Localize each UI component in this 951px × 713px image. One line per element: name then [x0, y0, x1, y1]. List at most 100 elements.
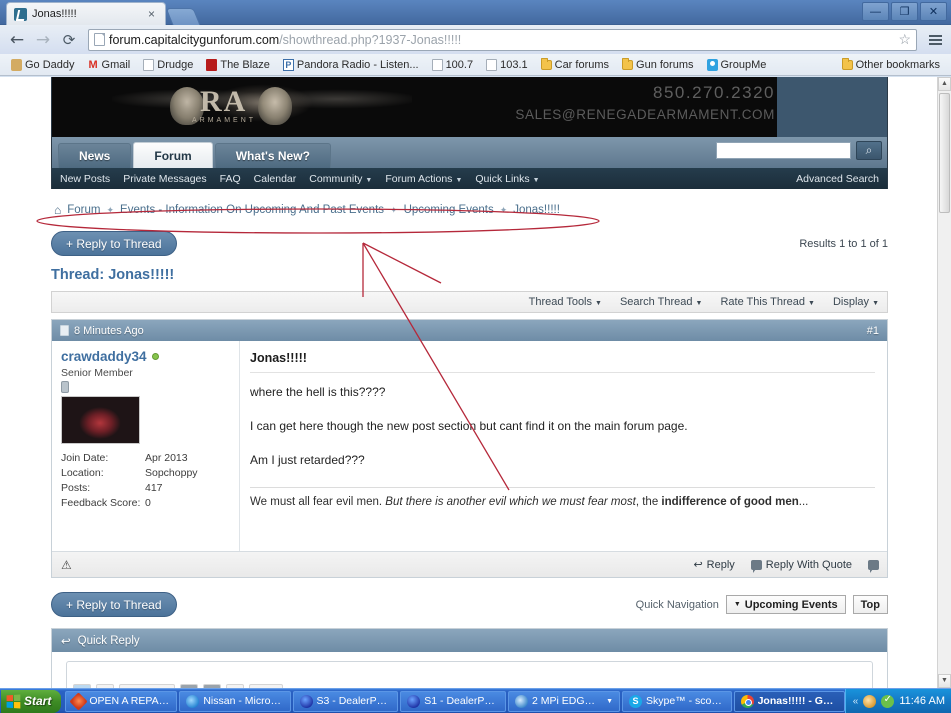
search-icon[interactable]: ⌕: [856, 141, 882, 160]
breadcrumb-separator-icon: ✦: [390, 204, 398, 215]
bookmark-car-forums[interactable]: Car forums: [536, 57, 614, 73]
breadcrumb-item-upcoming-events[interactable]: Upcoming Events: [404, 204, 494, 216]
bookmark-drudge[interactable]: Drudge: [138, 57, 198, 73]
taskbar-item-open-a-repair[interactable]: OPEN A REPAIR...: [65, 690, 178, 712]
search-input[interactable]: [716, 142, 851, 159]
tab-forum[interactable]: Forum: [133, 142, 213, 168]
post-number[interactable]: #1: [867, 325, 879, 337]
folder-icon: [841, 57, 853, 70]
bookmark-groupme[interactable]: GroupMe: [702, 57, 772, 73]
nav-new-posts[interactable]: New Posts: [60, 173, 110, 185]
browser-tab[interactable]: Jonas!!!!! ×: [6, 2, 166, 25]
close-tab-icon[interactable]: ×: [146, 8, 157, 20]
thread-tools-bar: Thread Tools ▼ Search Thread ▼ Rate This T…: [51, 291, 888, 313]
multiquote-icon: [868, 559, 879, 573]
tab-whats-new[interactable]: What's New?: [214, 143, 331, 168]
bookmark-label: Go Daddy: [25, 58, 75, 71]
breadcrumb-item-forum[interactable]: Forum: [67, 204, 100, 216]
warning-icon[interactable]: ⚠: [61, 558, 72, 572]
page-icon: [143, 58, 155, 71]
chevron-down-icon[interactable]: ▼: [606, 698, 613, 705]
forward-button[interactable]: →: [32, 29, 54, 51]
search-thread-menu[interactable]: Search Thread ▼: [620, 296, 703, 308]
thread-title-prefix: Thread:: [51, 267, 105, 283]
page-viewport: RA ARMAMENT 850.270.2320 SALES@RENEGADEA…: [0, 77, 951, 688]
back-button[interactable]: ←: [6, 29, 28, 51]
taskbar-item-skype[interactable]: S Skype™ - scotts...: [622, 690, 732, 712]
address-bar[interactable]: forum.capitalcitygunforum.com/showthread…: [88, 28, 917, 51]
other-bookmarks-folder[interactable]: Other bookmarks: [837, 57, 945, 73]
reload-button[interactable]: ⟳: [58, 29, 80, 51]
taskbar-item-jonas-chrome[interactable]: Jonas!!!!! - Goo...: [733, 690, 845, 712]
chevron-down-icon: ▼: [695, 300, 703, 307]
nav-quick-links[interactable]: Quick Links ▼: [475, 173, 539, 185]
quick-reply-header: ↩ Quick Reply: [52, 629, 887, 652]
nav-community[interactable]: Community ▼: [309, 173, 372, 185]
reply-with-quote-button[interactable]: Reply With Quote: [750, 559, 852, 573]
scroll-up-button[interactable]: ▲: [938, 77, 951, 91]
taskbar-item-s3-dealerport[interactable]: S3 - DealerPort...: [292, 690, 399, 712]
bookmark-label: Gun forums: [636, 58, 694, 71]
quick-navigation-select[interactable]: ▼ Upcoming Events: [725, 595, 846, 614]
quick-navigation: Quick Navigation ▼ Upcoming Events Top: [636, 595, 888, 614]
reply-to-thread-button-top[interactable]: + Reply to Thread: [51, 231, 177, 256]
bookmark-the-blaze[interactable]: The Blaze: [201, 57, 275, 73]
scrollbar-thumb[interactable]: [939, 93, 950, 213]
bookmark-103-1[interactable]: 103.1: [481, 57, 533, 73]
nav-faq[interactable]: FAQ: [220, 173, 241, 185]
bookmark-gmail[interactable]: M Gmail: [83, 57, 136, 73]
quick-reply-editor[interactable]: [66, 661, 873, 688]
primary-nav-tabs: News Forum What's New? ⌕: [51, 137, 888, 168]
nav-private-messages[interactable]: Private Messages: [123, 173, 206, 185]
rate-this-thread-menu[interactable]: Rate This Thread ▼: [720, 296, 815, 308]
thread-tools-menu[interactable]: Thread Tools ▼: [529, 296, 602, 308]
stat-row: Feedback Score: 0: [61, 497, 231, 509]
thread-bottom-actions: + Reply to Thread Quick Navigation ▼ Upco…: [51, 592, 888, 617]
signature-part: , the: [635, 495, 662, 508]
stat-value: 0: [145, 497, 151, 509]
scroll-down-button[interactable]: ▼: [938, 674, 951, 688]
multiquote-button[interactable]: [868, 559, 879, 573]
bookmark-pandora-radio[interactable]: P Pandora Radio - Listen...: [278, 57, 424, 73]
new-tab-button[interactable]: [165, 8, 201, 25]
minimize-button[interactable]: —: [862, 2, 889, 21]
chrome-icon: [740, 694, 754, 708]
clock[interactable]: 11:46 AM: [899, 695, 945, 707]
bookmark-gun-forums[interactable]: Gun forums: [617, 57, 698, 73]
avatar[interactable]: [61, 396, 140, 444]
start-button[interactable]: Start: [1, 689, 62, 713]
page-icon: [486, 58, 498, 71]
top-button[interactable]: Top: [852, 595, 888, 614]
shield-check-icon[interactable]: [881, 694, 895, 708]
bookmark-100-7[interactable]: 100.7: [427, 57, 479, 73]
ie-tray-icon[interactable]: [863, 694, 877, 708]
breadcrumb-item-events[interactable]: Events - Information On Upcoming And Pas…: [120, 204, 384, 216]
signature-bold: indifference of good men: [661, 495, 799, 508]
home-icon[interactable]: ⌂: [54, 203, 61, 217]
restore-button[interactable]: ❐: [891, 2, 918, 21]
nav-calendar[interactable]: Calendar: [254, 173, 297, 185]
reply-button[interactable]: ↩ Reply: [693, 558, 734, 572]
bookmark-star-icon[interactable]: ☆: [892, 31, 911, 48]
windows-logo-icon: [6, 694, 21, 708]
taskbar-item-nissan[interactable]: Nissan - Microso...: [179, 690, 291, 712]
post-content: Jonas!!!!! where the hell is this???? I …: [239, 341, 887, 551]
show-hidden-icons-icon[interactable]: «: [853, 696, 859, 707]
display-menu[interactable]: Display ▼: [833, 296, 879, 308]
bookmark-go-daddy[interactable]: Go Daddy: [6, 57, 80, 73]
nav-forum-actions[interactable]: Forum Actions ▼: [385, 173, 462, 185]
breadcrumb-item-thread[interactable]: Jonas!!!!!: [513, 204, 560, 216]
taskbar-item-s1-dealerport[interactable]: S1 - DealerPort...: [400, 690, 507, 712]
banner-spacer: [777, 77, 887, 137]
url-path: /showthread.php?1937-Jonas!!!!!: [279, 32, 462, 47]
post-author[interactable]: crawdaddy34: [61, 349, 231, 364]
close-window-button[interactable]: ✕: [920, 2, 947, 21]
advanced-search-link[interactable]: Advanced Search: [796, 173, 879, 185]
reply-to-thread-button-bottom[interactable]: + Reply to Thread: [51, 592, 177, 617]
tab-news[interactable]: News: [58, 143, 132, 168]
taskbar-item-label: S3 - DealerPort...: [316, 695, 392, 707]
signature-divider: [250, 486, 875, 488]
page-scrollbar[interactable]: ▲ ▼: [937, 77, 951, 688]
chrome-menu-icon[interactable]: [925, 29, 945, 51]
taskbar-item-mpi-edge[interactable]: 2 MPi EDGE Cli... ▼: [508, 690, 621, 712]
